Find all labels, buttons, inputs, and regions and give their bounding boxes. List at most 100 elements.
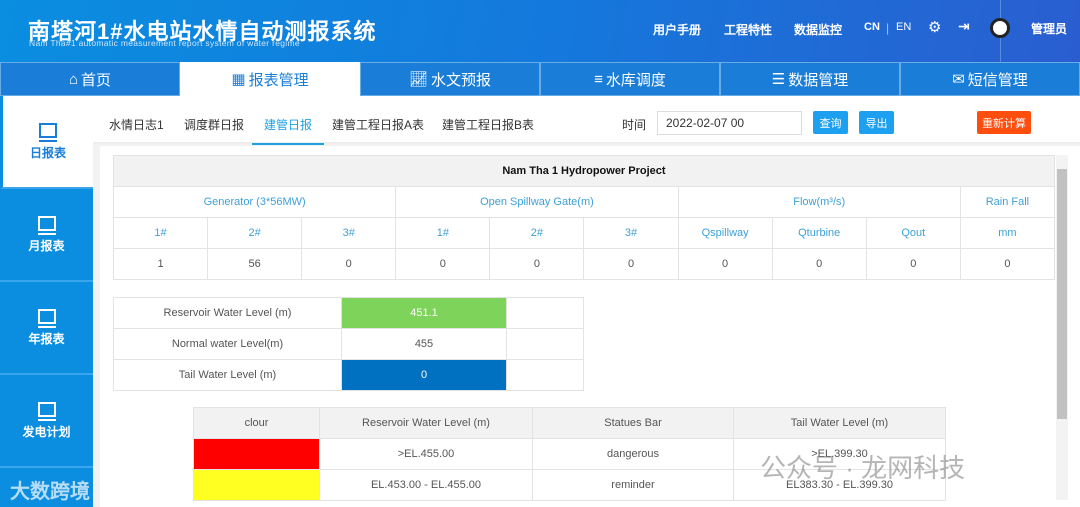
header-row: clour Reservoir Water Level (m) Statues Ba… (193, 407, 946, 439)
table-row: Reservoir Water Level (m) 451.1 (113, 297, 584, 329)
sub-tab-bar: 水情日志1 调度群日报 建管日报 建管工程日报A表 建管工程日报B表 时间 20… (93, 96, 1080, 145)
lang-divider: | (886, 21, 890, 35)
grid-icon: ▦ (231, 71, 246, 88)
time-input[interactable]: 2022-02-07 00 (657, 111, 802, 135)
column-header: 1# (112, 217, 209, 249)
sub-tab-dispatch-daily[interactable]: 调度群日报 (184, 116, 244, 133)
sub-tab-construction-daily[interactable]: 建管日报 (252, 116, 325, 145)
nav-tab-hydrology[interactable]: 📈︎ 水文预报 (360, 62, 540, 96)
export-button[interactable]: 导出 (859, 111, 894, 134)
group-header: Open Spillway Gate(m) (395, 186, 679, 218)
bar-icon: ≡ (594, 70, 603, 88)
nav-label: 水库调度 (605, 71, 666, 89)
column-header: clour (193, 407, 320, 439)
message-icon: ✉ (952, 71, 965, 88)
nav-label: 首页 (81, 71, 112, 89)
column-header: 2# (207, 217, 303, 249)
user-manual-link[interactable]: 用户手册 (653, 21, 701, 38)
empty-cell (506, 297, 584, 329)
table-cell: 1 (112, 248, 209, 280)
main-nav: ⌂ 首页 ▦ 报表管理 📈︎ 水文预报 ≡ 水库调度 ☰ 数据管理 ✉ 短信管理 (0, 62, 1080, 96)
sub-tab-daily-b[interactable]: 建管工程日报B表 (442, 116, 534, 133)
sidebar: 日报表 月报表 年报表 发电计划 (0, 96, 93, 507)
level-value: 455 (341, 328, 507, 360)
group-header: Rain Fall (959, 186, 1055, 218)
sidebar-label: 月报表 (28, 238, 65, 253)
nav-tab-home[interactable]: ⌂ 首页 (0, 62, 180, 96)
sidebar-label: 年报表 (28, 331, 65, 346)
table-cell: 0 (489, 248, 585, 280)
app-header: 南塔河1#水电站水情自动测报系统 Nam Tha#1 automatic mea… (0, 0, 1080, 62)
column-header: Qturbine (771, 217, 867, 249)
query-button[interactable]: 查询 (813, 111, 848, 134)
reservoir-cell: >EL.455.00 (319, 438, 533, 470)
level-label: Reservoir Water Level (m) (113, 297, 342, 329)
empty-cell (506, 328, 584, 360)
database-icon: ☰ (771, 71, 786, 88)
column-header: Reservoir Water Level (m) (319, 407, 533, 439)
avatar-icon[interactable] (990, 18, 1010, 38)
column-header: Tail Water Level (m) (733, 407, 946, 439)
lang-cn-button[interactable]: CN (864, 21, 880, 33)
logout-icon[interactable]: ⇥ (958, 18, 970, 35)
table-row: Tail Water Level (m) 0 (113, 359, 584, 391)
nav-label: 短信管理 (967, 71, 1028, 89)
nav-tab-reports[interactable]: ▦ 报表管理 (180, 62, 360, 96)
column-header: Qspillway (677, 217, 773, 249)
column-header: Statues Bar (532, 407, 734, 439)
status-cell: reminder (532, 469, 734, 501)
project-features-link[interactable]: 工程特性 (724, 21, 772, 38)
nav-tab-reservoir[interactable]: ≡ 水库调度 (540, 62, 720, 96)
report-icon (37, 401, 56, 421)
recalculate-button[interactable]: 重新计算 (977, 111, 1031, 134)
user-name[interactable]: 管理员 (1031, 20, 1067, 37)
sub-tab-daily-a[interactable]: 建管工程日报A表 (332, 116, 424, 133)
sidebar-item-daily[interactable]: 日报表 (0, 96, 93, 189)
sidebar-label: 发电计划 (22, 424, 71, 439)
table-cell: 0 (959, 248, 1055, 280)
sidebar-item-yearly[interactable]: 年报表 (0, 282, 93, 375)
sub-tab-water-log[interactable]: 水情日志1 (109, 116, 164, 133)
table-cell: 0 (677, 248, 773, 280)
group-header: Flow(m³/s) (677, 186, 961, 218)
report-icon (37, 308, 56, 328)
column-header: mm (959, 217, 1055, 249)
daily-report-table: Nam Tha 1 Hydropower Project Generator (… (112, 155, 1055, 280)
home-icon: ⌂ (68, 70, 79, 88)
empty-cell (506, 359, 584, 391)
table-cell: 0 (583, 248, 679, 280)
color-swatch (193, 469, 320, 501)
reservoir-cell: EL.453.00 - EL.455.00 (319, 469, 533, 501)
table-cell: 0 (395, 248, 491, 280)
gear-icon[interactable]: ⚙ (928, 18, 941, 36)
column-header: 3# (583, 217, 679, 249)
chart-icon: 📈︎ (408, 71, 429, 88)
watermark-wechat: 公众号 · 龙网科技 (760, 453, 966, 483)
nav-label: 水文预报 (431, 71, 492, 89)
column-header: 3# (301, 217, 397, 249)
sidebar-item-monthly[interactable]: 月报表 (0, 189, 93, 282)
nav-tab-sms[interactable]: ✉ 短信管理 (900, 62, 1080, 96)
data-monitor-link[interactable]: 数据监控 (794, 21, 842, 38)
report-icon (39, 122, 57, 142)
table-row: Normal water Level(m) 455 (113, 328, 584, 360)
report-icon (37, 215, 56, 235)
nav-label: 报表管理 (248, 71, 309, 89)
level-value: 0 (341, 359, 507, 391)
lang-en-button[interactable]: EN (896, 21, 911, 33)
column-header: Qout (865, 217, 961, 249)
nav-tab-data[interactable]: ☰ 数据管理 (720, 62, 900, 96)
sidebar-item-generation-plan[interactable]: 发电计划 (0, 375, 93, 468)
scrollbar[interactable] (1056, 155, 1068, 500)
time-label: 时间 (622, 118, 647, 132)
water-level-table: Reservoir Water Level (m) 451.1 Normal wat… (113, 297, 584, 391)
table-cell: 0 (771, 248, 867, 280)
color-swatch (193, 438, 320, 470)
app-subtitle: Nam Tha#1 automatic measurement report s… (29, 38, 300, 48)
watermark-logo: 大数跨境 (10, 481, 90, 503)
table-cell: 0 (301, 248, 397, 280)
scrollbar-thumb[interactable] (1057, 169, 1067, 419)
level-value: 451.1 (341, 297, 507, 329)
status-cell: dangerous (532, 438, 734, 470)
sidebar-label: 日报表 (29, 145, 66, 160)
